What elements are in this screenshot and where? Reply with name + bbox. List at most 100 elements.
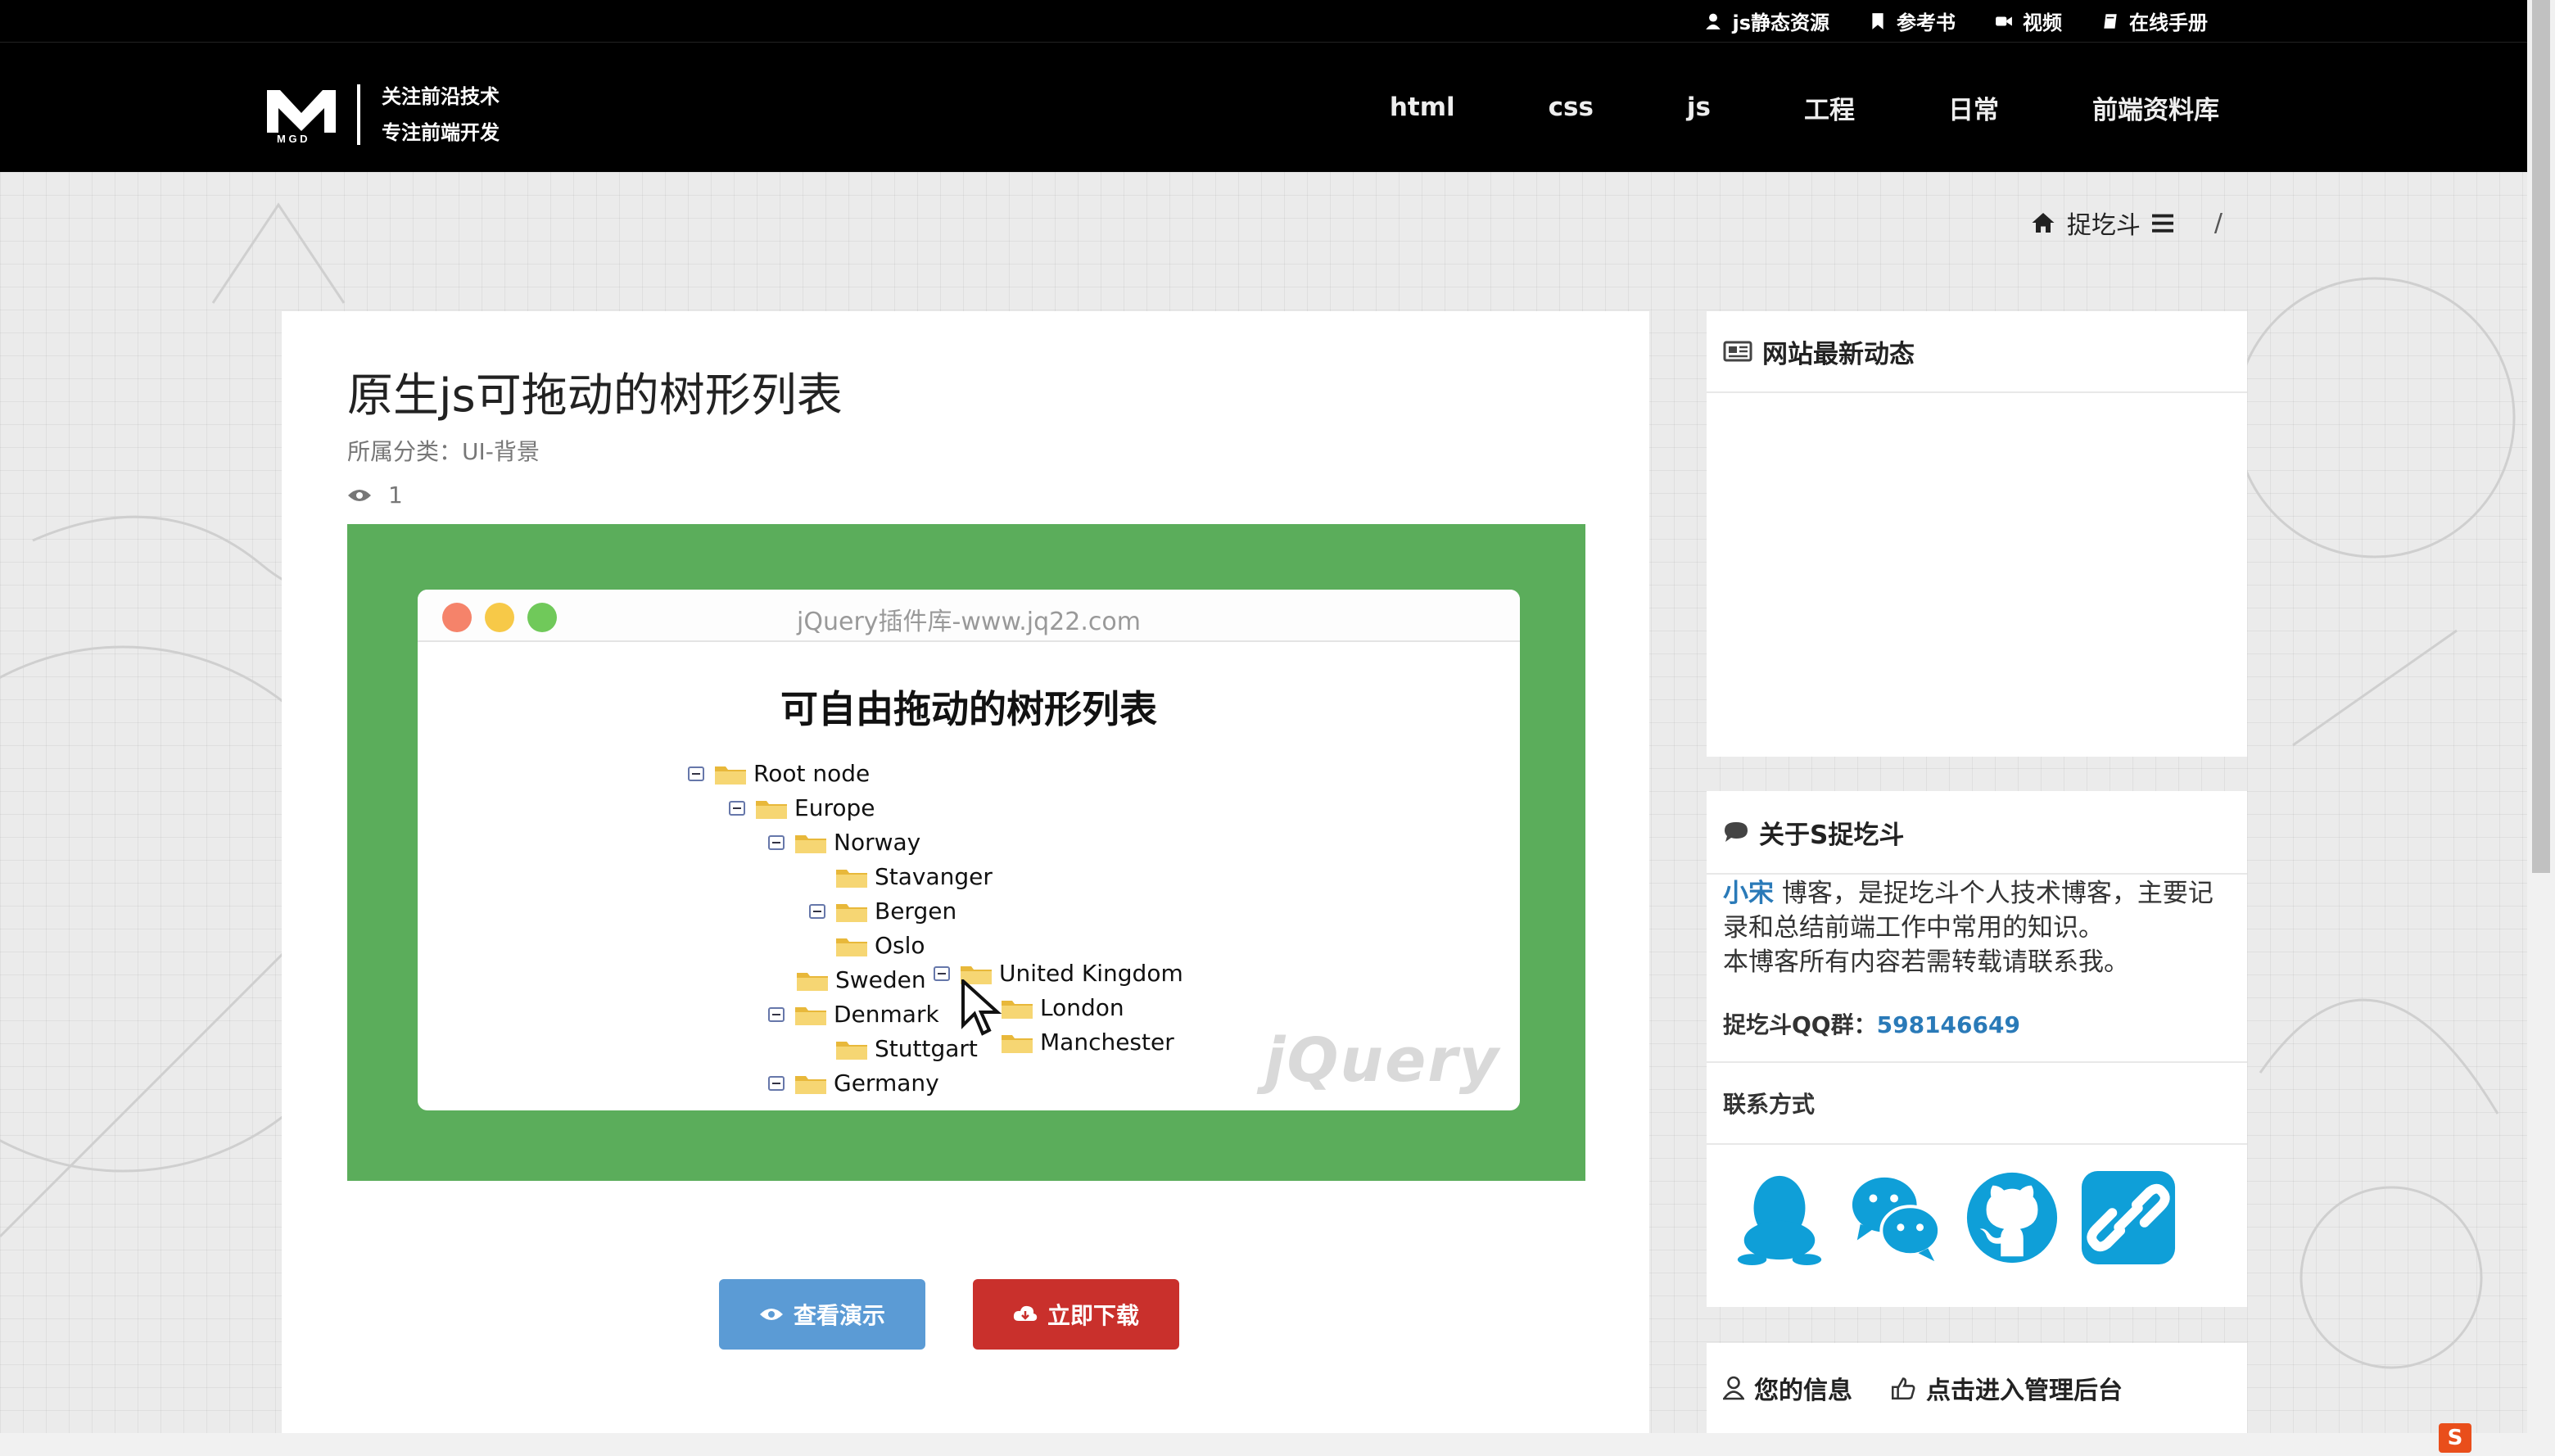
view-demo-button[interactable]: 查看演示 [719,1279,925,1350]
tree-node-label: Root node [753,760,871,787]
nav-item-css[interactable]: css [1502,93,1640,122]
tree-node-germany: Germany [768,1069,939,1097]
admin-link[interactable]: 点击进入管理后台 [1890,1370,2123,1406]
qq-icon[interactable] [1731,1169,1828,1266]
collapse-toggle-icon [729,800,745,816]
tree-node-label: Denmark [834,1001,939,1028]
tree-node-label: Oslo [875,932,925,959]
topbar-link-label: 参考书 [1897,11,1956,34]
video-camera-icon [1996,16,2012,25]
wechat-icon[interactable] [1847,1169,1944,1266]
cloud-download-icon [1013,1305,1038,1321]
tree-node-label: Norway [834,829,921,856]
qq-group-label: 捉圪斗QQ群： [1723,1011,1877,1038]
nav-item-html[interactable]: html [1343,93,1502,122]
thumbs-up-icon [1892,1377,1915,1399]
collapse-toggle-icon [934,965,950,981]
breadcrumb-separator: / [2214,208,2223,237]
tree-node-denmark: Denmark [768,1001,939,1028]
admin-link-label: 点击进入管理后台 [1926,1377,2123,1405]
tree-node-label: Stuttgart [875,1035,978,1062]
breadcrumb-home[interactable]: 捉圪斗 [2067,205,2141,241]
tree-node-bergen: Bergen [809,898,956,925]
github-icon[interactable] [1964,1169,2060,1266]
user-info[interactable]: 您的信息 [1723,1370,1852,1406]
folder-icon [1002,1034,1033,1053]
preview-browser-window: jQuery插件库-www.jq22.com 可自由拖动的树形列表 Root n… [418,590,1520,1110]
folder-icon [1002,1000,1033,1019]
article-card: 原生js可拖动的树形列表 所属分类：UI-背景 1 jQuery插件库-www.… [282,311,1649,1433]
slogan-line-1: 关注前沿技术 [382,85,500,108]
about-panel-title: 关于S捉圪斗 [1759,820,1905,850]
site-logo[interactable]: M G D 关注前沿技术 专注前端开发 [265,79,500,151]
tree-node-oslo: Oslo [835,932,925,959]
site-header: M G D 关注前沿技术 专注前端开发 html css js 工程 日常 前端… [0,43,2527,172]
preview-image[interactable]: jQuery插件库-www.jq22.com 可自由拖动的树形列表 Root n… [347,524,1585,1181]
qq-group-number[interactable]: 598146649 [1877,1011,2020,1038]
collapse-toggle-icon [809,903,825,919]
mgd-logo-icon: M G D [267,90,336,144]
view-count-value: 1 [388,482,403,509]
about-description: 博客，是捉圪斗个人技术博客，主要记录和总结前端工作中常用的知识。 [1723,879,2214,943]
folder-icon [836,869,867,888]
vertical-scrollbar[interactable] [2527,0,2555,1456]
article-category[interactable]: 所属分类：UI-背景 [347,434,540,467]
comment-icon [1725,822,1748,842]
logo-slogan: 关注前沿技术 专注前端开发 [382,79,500,151]
topbar-link-static-resources[interactable]: js静态资源 [1704,7,1829,35]
folder-icon [797,972,828,991]
collapse-toggle-icon [768,1006,785,1022]
news-panel-title: 网站最新动态 [1762,339,1915,369]
topbar-link-online-manual[interactable]: 在线手册 [2101,7,2208,35]
logo-divider [357,84,360,145]
tree-node-sweden: Sweden [796,966,926,993]
topbar-link-label: 视频 [2023,11,2062,34]
tree-node-label: Bergen [875,898,957,925]
nav-item-js[interactable]: js [1640,93,1757,122]
tree-node-label: Stavanger [875,863,993,890]
tree-node-label: Manchester [1040,1029,1174,1056]
eye-icon [759,1309,783,1320]
nav-item-daily[interactable]: 日常 [1902,89,2046,126]
article-title: 原生js可拖动的树形列表 [347,369,843,423]
home-icon [2032,213,2055,233]
slogan-line-2: 专注前端开发 [382,121,500,144]
author-name[interactable]: 小宋 [1723,879,1774,908]
topbar-link-videos[interactable]: 视频 [1995,7,2062,35]
folder-icon [836,938,867,956]
download-button[interactable]: 立即下载 [973,1279,1179,1350]
nav-item-resources[interactable]: 前端资料库 [2046,89,2219,126]
tree-node-label: London [1040,994,1124,1021]
tree-node-label: United Kingdom [999,960,1183,987]
folder-icon [795,1075,826,1094]
menu-icon[interactable] [2151,213,2173,233]
tree-node-label: Germany [834,1069,939,1097]
input-method-icon[interactable]: S [2439,1423,2471,1453]
bottom-status-bar: S [0,1423,2527,1456]
eye-icon [348,489,371,501]
tree-node-root: Root node [688,760,870,787]
book-icon [2104,13,2117,29]
sidebar-user-panel: 您的信息 点击进入管理后台 [1707,1343,2247,1433]
top-utility-bar: js静态资源 参考书 视频 在线手册 [0,0,2527,43]
topbar-link-reference-books[interactable]: 参考书 [1869,7,1956,35]
preview-url: jQuery插件库-www.jq22.com [797,608,1141,636]
news-panel-header: 网站最新动态 [1707,311,2247,393]
social-links [1707,1145,2247,1291]
tree-node-stavanger: Stavanger [835,863,993,890]
preview-window-bar: jQuery插件库-www.jq22.com [418,590,1520,642]
nav-item-engineering[interactable]: 工程 [1757,89,1902,126]
bookmark-icon [1872,12,1883,29]
link-icon[interactable] [2080,1169,2177,1266]
newspaper-icon [1723,341,1752,362]
view-count: 1 [347,482,403,509]
folder-icon [715,766,746,785]
mouse-cursor-icon [961,979,1002,1036]
about-copyright-note: 本博客所有内容若需转载请联系我。 [1723,947,2129,977]
breadcrumb: 捉圪斗 / [2031,205,2223,241]
jquery-watermark: jQuery [1264,1025,1500,1096]
preview-heading: 可自由拖动的树形列表 [780,687,1157,731]
tree-node-norway: Norway [768,829,920,856]
scrollbar-thumb[interactable] [2532,0,2550,873]
tree-node-label: Europe [794,794,875,821]
